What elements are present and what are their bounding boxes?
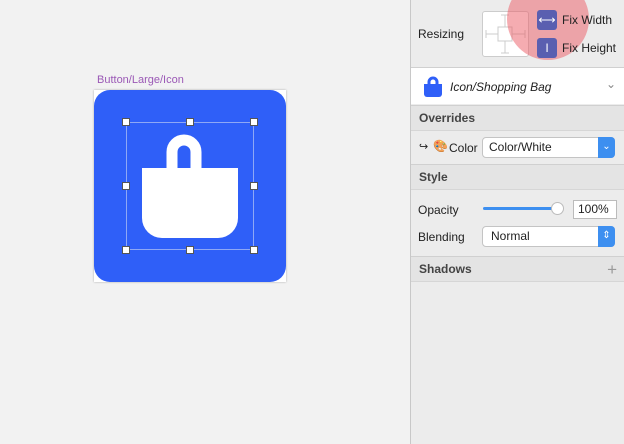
opacity-slider[interactable]: [483, 207, 557, 210]
opacity-input[interactable]: 100%: [573, 200, 617, 219]
palette-icon: 🎨: [433, 139, 448, 153]
overrides-header: Overrides: [411, 105, 624, 131]
fix-height-icon: I: [545, 41, 549, 55]
resize-handle[interactable]: [122, 246, 130, 254]
symbol-selector[interactable]: Icon/Shopping Bag ⌄: [411, 68, 624, 104]
opacity-slider-thumb[interactable]: [551, 202, 564, 215]
blending-select[interactable]: Normal ⇕: [482, 226, 615, 247]
override-arrow-icon: ↪: [419, 141, 429, 153]
blending-label: Blending: [418, 230, 465, 244]
fix-height-button[interactable]: I: [537, 38, 557, 58]
canvas[interactable]: Button/Large/Icon: [0, 0, 410, 444]
resizing-section: Resizing ⟷ Fix Width I Fix Height: [411, 0, 624, 68]
symbol-name: Icon/Shopping Bag: [450, 80, 552, 94]
fix-height-label[interactable]: Fix Height: [562, 41, 616, 55]
add-shadow-icon[interactable]: +: [607, 257, 617, 282]
fix-width-icon: ⟷: [538, 13, 556, 27]
style-header: Style: [411, 164, 624, 190]
shadows-title: Shadows: [419, 262, 472, 276]
resize-handle[interactable]: [250, 118, 258, 126]
chevron-down-icon[interactable]: ⌄: [606, 77, 616, 91]
color-value: Color/White: [489, 140, 552, 154]
color-label: Color: [449, 141, 478, 155]
fix-width-label[interactable]: Fix Width: [562, 13, 612, 27]
shopping-bag-symbol-icon: [424, 76, 442, 97]
color-select[interactable]: Color/White ⌄: [482, 137, 615, 158]
resize-handle[interactable]: [250, 182, 258, 190]
inspector-panel: Resizing ⟷ Fix Width I Fix Height Icon/S…: [410, 0, 624, 444]
resize-handle[interactable]: [122, 118, 130, 126]
selection-box[interactable]: [126, 122, 254, 250]
color-override-row: ↪ 🎨 Color Color/White ⌄: [411, 131, 624, 164]
fix-width-button[interactable]: ⟷: [537, 10, 557, 30]
artboard-label[interactable]: Button/Large/Icon: [97, 74, 184, 86]
resize-handle[interactable]: [250, 246, 258, 254]
opacity-row: Opacity 100%: [411, 196, 624, 222]
opacity-label: Opacity: [418, 203, 459, 217]
resizing-label: Resizing: [418, 27, 465, 41]
shadows-header: Shadows +: [411, 256, 624, 282]
resize-handle[interactable]: [186, 118, 194, 126]
resize-handle[interactable]: [122, 182, 130, 190]
blending-row: Blending Normal ⇕: [411, 223, 624, 251]
chevron-down-icon: ⌄: [598, 137, 615, 158]
updown-chevron-icon: ⇕: [598, 226, 615, 247]
blending-value: Normal: [491, 229, 530, 243]
resize-handle[interactable]: [186, 246, 194, 254]
